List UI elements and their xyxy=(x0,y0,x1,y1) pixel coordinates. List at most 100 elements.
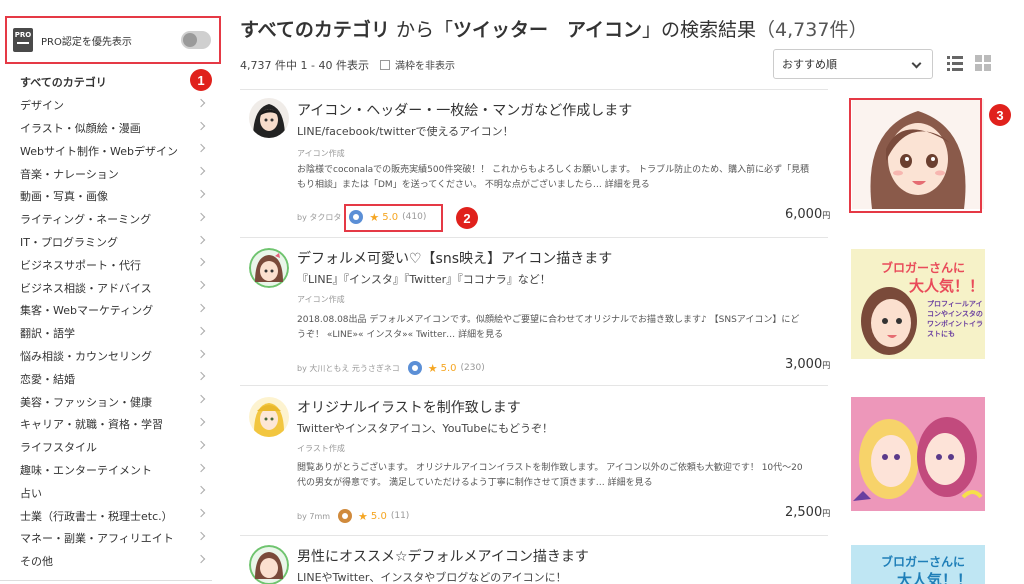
sidebar-category-item[interactable]: その他 xyxy=(0,550,212,573)
list-view-icon[interactable] xyxy=(947,55,963,71)
sidebar-category-label: ビジネス相談・アドバイス xyxy=(20,281,152,295)
pro-badge-text: PRO xyxy=(14,31,32,39)
sidebar-divider xyxy=(0,580,212,581)
thumbnail-text: プロフィールアイコンやインスタのワンポイントイラストにも xyxy=(927,300,983,338)
listing-description: お陰様でcoconalaでの販売実績500件突破！！ これからもよろしくお願いし… xyxy=(297,163,817,193)
chevron-right-icon xyxy=(196,189,206,199)
sidebar-category-item[interactable]: 動画・写真・画像 xyxy=(0,185,212,208)
hide-full-checkbox[interactable]: 満枠を非表示 xyxy=(380,57,455,72)
price-value: 2,500 xyxy=(785,505,823,520)
sidebar-category-label: 動画・写真・画像 xyxy=(20,190,108,204)
service-listing[interactable]: デフォルメ可愛い♡【sns映え】アイコン描きます 『LINE』『インスタ』『Tw… xyxy=(240,237,992,385)
sidebar-category-item[interactable]: 占い xyxy=(0,481,212,504)
hide-full-label: 満枠を非表示 xyxy=(395,61,455,72)
seller-rank-badge-icon xyxy=(407,361,422,375)
currency-label: 円 xyxy=(822,211,831,220)
listing-thumbnail[interactable]: ブロガーさんに 大人気！！ xyxy=(851,545,985,584)
review-count: (230) xyxy=(460,363,485,373)
sidebar-category-label: 占い xyxy=(20,486,42,500)
sidebar-category-item[interactable]: ビジネスサポート・代行 xyxy=(0,253,212,276)
sidebar-category-item[interactable]: 趣味・エンターテイメント xyxy=(0,459,212,482)
sidebar-category-item[interactable]: キャリア・就職・資格・学習 xyxy=(0,413,212,436)
chevron-right-icon xyxy=(196,144,206,153)
sidebar-category-item[interactable]: 悩み相談・カウンセリング xyxy=(0,345,212,368)
listing-category[interactable]: アイコン作成 xyxy=(297,294,345,305)
sidebar-category-label: すべてのカテゴリ xyxy=(20,76,107,90)
checkbox-box[interactable] xyxy=(380,59,390,70)
title-category: すべてのカテゴリ xyxy=(240,19,390,41)
chevron-right-icon xyxy=(196,372,206,381)
sidebar-category-label: キャリア・就職・資格・学習 xyxy=(20,418,163,432)
seller-name[interactable]: 7mm xyxy=(309,512,330,521)
sidebar-category-item[interactable]: デザイン xyxy=(0,94,212,117)
price-value: 3,000 xyxy=(785,357,823,372)
pro-priority-toggle[interactable] xyxy=(181,31,211,49)
listing-title[interactable]: オリジナルイラストを制作致します xyxy=(297,397,521,417)
sidebar-category-item[interactable]: 士業（行政書士・税理士etc.） xyxy=(0,504,212,527)
listing-thumbnail[interactable]: ブロガーさんに 大人気！！ プロフィールアイコンやインスタのワンポイントイラスト… xyxy=(851,249,985,359)
sidebar-category-label: イラスト・似顔絵・漫画 xyxy=(20,121,141,135)
pro-priority-filter: PRO PRO認定を優先表示 xyxy=(5,16,221,64)
read-more-link[interactable]: 詳細を見る xyxy=(608,478,653,488)
sidebar-category-label: マネー・副業・アフィリエイト xyxy=(20,532,174,546)
sidebar-category-item[interactable]: ライフスタイル xyxy=(0,436,212,459)
sidebar-category-item[interactable]: Webサイト制作・Webデザイン xyxy=(0,139,212,162)
seller-avatar[interactable] xyxy=(249,545,289,584)
chevron-down-icon xyxy=(911,58,922,69)
sort-select[interactable]: おすすめ順 xyxy=(773,49,933,79)
title-query: ツイッター アイコン xyxy=(452,19,643,41)
sidebar-category-item[interactable]: ビジネス相談・アドバイス xyxy=(0,276,212,299)
listing-category[interactable]: アイコン作成 xyxy=(297,148,345,159)
chevron-right-icon xyxy=(196,212,206,222)
annotation-marker-2: 2 xyxy=(456,207,478,229)
rating-highlight-box xyxy=(344,204,443,232)
sidebar-category-item[interactable]: 美容・ファッション・健康 xyxy=(0,390,212,413)
chevron-right-icon xyxy=(196,554,206,563)
listing-title[interactable]: 男性にオススメ☆デフォルメアイコン描きます xyxy=(297,546,589,566)
annotation-marker-3: 3 xyxy=(989,104,1011,126)
chevron-right-icon xyxy=(196,235,206,244)
seller-avatar[interactable] xyxy=(249,98,289,138)
service-listing[interactable]: 男性にオススメ☆デフォルメアイコン描きます LINEやTwitter、インスタや… xyxy=(240,535,992,584)
sidebar-category-item[interactable]: 集客・Webマーケティング xyxy=(0,299,212,322)
by-label: by xyxy=(297,212,307,222)
seller-name[interactable]: タクロタ xyxy=(309,212,341,223)
listing-title[interactable]: アイコン・ヘッダー・一枚絵・マンガなど作成します xyxy=(297,100,632,120)
seller-name[interactable]: 大川ともえ 元うさぎネコ xyxy=(309,363,399,374)
seller-avatar[interactable] xyxy=(249,397,289,437)
listing-meta: by 大川ともえ 元うさぎネコ ★ 5.0 (230) xyxy=(297,361,485,375)
sidebar-category-item[interactable]: IT・プログラミング xyxy=(0,231,212,254)
sidebar-category-item[interactable]: 翻訳・語学 xyxy=(0,322,212,345)
sidebar-category-item[interactable]: マネー・副業・アフィリエイト xyxy=(0,527,212,550)
listing-divider xyxy=(240,237,828,238)
currency-label: 円 xyxy=(822,509,831,518)
service-listing[interactable]: オリジナルイラストを制作致します Twitterやインスタアイコン、YouTub… xyxy=(240,385,992,535)
currency-label: 円 xyxy=(822,361,831,370)
listing-thumbnail[interactable] xyxy=(851,397,985,511)
listing-category[interactable]: イラスト作成 xyxy=(297,443,345,454)
description-line: もり相談」または「DM」を送ってください。 不明な点がございましたら… xyxy=(297,180,605,190)
sidebar-category-label: 恋愛・結婚 xyxy=(20,372,75,386)
page-title: すべてのカテゴリ から「ツイッター アイコン」の検索結果（4,737件） xyxy=(240,15,867,42)
pro-priority-label: PRO認定を優先表示 xyxy=(41,36,132,48)
title-from: から「 xyxy=(389,19,453,41)
seller-avatar[interactable] xyxy=(249,248,289,288)
sidebar-category-label: 悩み相談・カウンセリング xyxy=(20,349,152,363)
sidebar: PRO PRO認定を優先表示 すべてのカテゴリデザインイラスト・似顔絵・漫画 We… xyxy=(0,0,222,584)
listing-subtitle: LINEやTwitter、インスタやブログなどのアイコンに！ xyxy=(297,571,567,584)
grid-view-icon[interactable] xyxy=(975,55,992,72)
sidebar-category-item[interactable]: イラスト・似顔絵・漫画 xyxy=(0,117,212,140)
seller-rank-badge-icon xyxy=(338,509,353,523)
listing-meta: by 7mm ★ 5.0 (11) xyxy=(297,509,409,523)
star-icon: ★ xyxy=(358,509,368,523)
read-more-link[interactable]: 詳細を見る xyxy=(458,330,503,340)
sidebar-category-item[interactable]: ライティング・ネーミング xyxy=(0,208,212,231)
sidebar-category-label: その他 xyxy=(20,555,53,569)
sidebar-category-item[interactable]: すべてのカテゴリ xyxy=(0,71,212,94)
rating-value: 5.0 xyxy=(440,362,457,374)
chevron-right-icon xyxy=(196,440,206,449)
sidebar-category-item[interactable]: 音楽・ナレーション xyxy=(0,162,212,185)
sidebar-category-item[interactable]: 恋愛・結婚 xyxy=(0,367,212,390)
listing-title[interactable]: デフォルメ可愛い♡【sns映え】アイコン描きます xyxy=(297,248,612,268)
read-more-link[interactable]: 詳細を見る xyxy=(605,180,650,190)
